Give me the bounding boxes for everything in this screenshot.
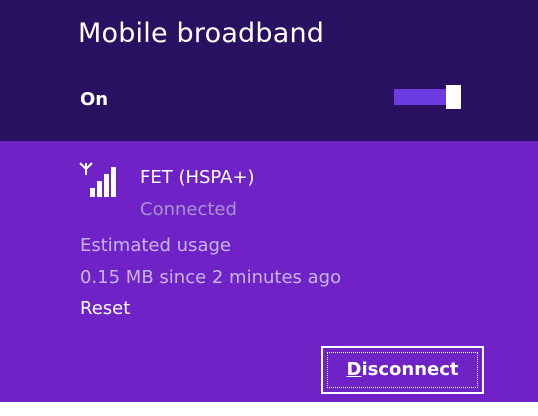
network-name: FET (HSPA+) [140,167,255,188]
accelerator-key: D [346,359,362,380]
mobile-broadband-panel: Mobile broadband On FET (HSPA+) Connecte… [0,0,538,402]
toggle-state-label: On [80,89,109,110]
disconnect-button-label: Disconnect [323,359,482,380]
reset-link[interactable]: Reset [80,298,130,319]
network-item[interactable]: FET (HSPA+) Connected Estimated usage 0.… [0,141,538,402]
disconnect-label-rest: isconnect [361,359,459,380]
usage-label: Estimated usage [80,235,231,256]
connection-status: Connected [140,199,237,220]
mobile-broadband-toggle[interactable] [394,85,466,109]
toggle-track [394,89,448,105]
usage-value: 0.15 MB since 2 minutes ago [80,267,342,288]
signal-bars-icon [78,159,124,199]
toggle-thumb[interactable] [446,85,461,109]
panel-header: Mobile broadband On [0,0,538,141]
disconnect-button[interactable]: Disconnect [321,346,484,394]
panel-title: Mobile broadband [78,18,325,49]
